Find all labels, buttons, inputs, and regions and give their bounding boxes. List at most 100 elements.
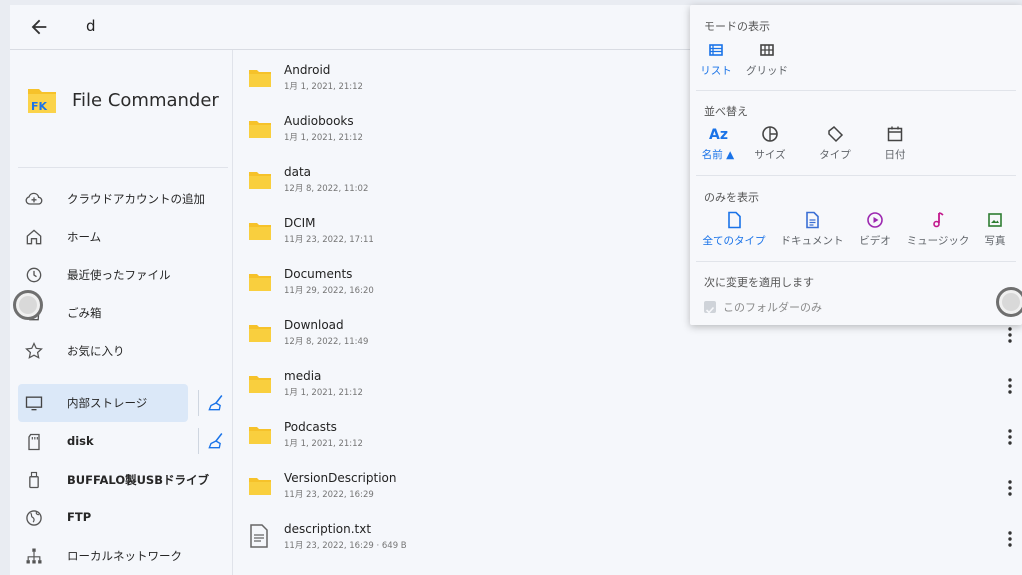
filter-video-option[interactable]: ビデオ (853, 210, 897, 248)
arrow-back-icon[interactable] (28, 16, 50, 38)
globe-icon (26, 510, 42, 526)
view-mode-title: モードの表示 (704, 20, 770, 33)
sidebar-item-label: ごみ箱 (67, 306, 102, 320)
folder-icon (249, 70, 271, 87)
more-vert-icon[interactable] (1005, 529, 1015, 549)
sidebar-item-internal-storage[interactable]: 内部ストレージ (18, 384, 188, 422)
filter-music-option[interactable]: ミュージック (904, 210, 972, 248)
grid-view-icon (760, 44, 774, 56)
svg-text:FK: FK (31, 100, 48, 113)
folder-icon (249, 223, 271, 240)
video-icon (867, 212, 883, 228)
sidebar-item-disk[interactable]: disk (18, 423, 188, 461)
file-name: data (284, 165, 312, 179)
list-view-icon (709, 44, 723, 56)
file-meta: 12月 8, 2022, 11:49 (284, 337, 369, 347)
file-row[interactable]: media 1月 1, 2021, 21:12 (233, 361, 1022, 412)
document-icon (806, 211, 819, 229)
sidebar-item-favorites[interactable]: お気に入り (18, 332, 188, 370)
folder-icon (249, 427, 271, 444)
check-icon (705, 306, 715, 314)
filter-title: のみを表示 (704, 191, 759, 204)
sort-name-option[interactable]: Az 名前 ▲ (696, 124, 740, 162)
sidebar-item-trash[interactable]: ごみ箱 (18, 294, 188, 332)
tag-icon (828, 125, 844, 143)
monitor-icon (25, 396, 43, 411)
file-meta: 11月 29, 2022, 16:20 (284, 286, 374, 296)
sort-title: 並べ替え (704, 105, 748, 118)
search-input[interactable]: d (86, 17, 96, 35)
divider (696, 261, 1016, 262)
sort-size-option[interactable]: サイズ (748, 124, 792, 162)
file-name: Podcasts (284, 420, 337, 434)
filter-documents-option[interactable]: ドキュメント (778, 210, 846, 248)
sort-name-icon: Az (709, 127, 728, 143)
apply-title: 次に変更を適用します (704, 276, 814, 289)
broom-clean-icon[interactable] (206, 393, 226, 413)
broom-clean-icon[interactable] (206, 431, 226, 451)
sidebar-item-home[interactable]: ホーム (18, 218, 188, 256)
sd-card-icon (28, 433, 40, 451)
view-mode-list-option[interactable]: リスト (698, 40, 734, 78)
sidebar-item-label: 内部ストレージ (67, 396, 148, 410)
apply-folder-only-checkbox[interactable] (704, 301, 716, 314)
usb-icon (29, 471, 39, 489)
option-label: 日付 (884, 149, 906, 161)
file-name: VersionDescription (284, 471, 397, 485)
file-name: description.txt (284, 522, 372, 536)
file-meta: 11月 23, 2022, 16:29 (284, 490, 374, 500)
option-label: 写真 (984, 235, 1006, 247)
sidebar-item-label: 最近使ったファイル (67, 268, 171, 282)
sidebar-item-usb-drive[interactable]: BUFFALO製USBドライブ (18, 461, 209, 499)
pie-size-icon (762, 126, 778, 142)
file-row[interactable]: description.txt 11月 23, 2022, 16:29 · 64… (233, 514, 1022, 565)
sidebar-item-label: ホーム (67, 230, 102, 244)
file-meta: 11月 23, 2022, 16:29 · 649 B (284, 541, 407, 551)
more-vert-icon[interactable] (1005, 427, 1015, 447)
cloud-add-icon (25, 192, 43, 205)
option-label: グリッド (746, 65, 788, 77)
file-meta: 1月 1, 2021, 21:12 (284, 439, 363, 449)
app-name: File Commander (72, 90, 219, 111)
folder-icon (249, 121, 271, 138)
sidebar-item-label: ローカルネットワーク (67, 549, 182, 563)
sidebar-item-label: クラウドアカウントの追加 (67, 192, 205, 206)
sidebar-item-label: BUFFALO製USBドライブ (67, 473, 209, 487)
file-name: Audiobooks (284, 114, 354, 128)
sidebar-item-ftp[interactable]: FTP (18, 499, 188, 537)
apply-folder-only-label: このフォルダーのみ (723, 301, 822, 314)
more-vert-icon[interactable] (1005, 478, 1015, 498)
divider (18, 167, 228, 168)
more-vert-icon[interactable] (1005, 376, 1015, 396)
file-icon (728, 211, 741, 229)
file-meta: 12月 8, 2022, 11:02 (284, 184, 369, 194)
filter-all-types-option[interactable]: 全てのタイプ (698, 210, 770, 248)
folder-icon (249, 172, 271, 189)
svg-text:Az: Az (709, 127, 728, 143)
file-name: media (284, 369, 322, 383)
sort-type-option[interactable]: タイプ (813, 124, 857, 162)
file-row[interactable]: Podcasts 1月 1, 2021, 21:12 (233, 412, 1022, 463)
sidebar-item-local-network[interactable]: ローカルネットワーク (18, 537, 188, 575)
divider (696, 175, 1016, 176)
view-mode-grid-option[interactable]: グリッド (743, 40, 791, 78)
text-file-icon (250, 524, 268, 548)
divider (198, 428, 199, 454)
file-meta: 11月 23, 2022, 17:11 (284, 235, 374, 245)
file-name: Download (284, 318, 344, 332)
file-name: Documents (284, 267, 353, 281)
option-label: リスト (700, 65, 732, 77)
view-options-menu: モードの表示 リスト グリッド 並べ替え Az 名前 ▲ サイズ タイプ 日付 … (690, 5, 1022, 325)
sidebar-item-recent[interactable]: 最近使ったファイル (18, 256, 188, 294)
filter-photos-option[interactable]: 写真 (978, 210, 1012, 248)
file-row[interactable]: VersionDescription 11月 23, 2022, 16:29 (233, 463, 1022, 514)
divider (696, 90, 1016, 91)
folder-icon (249, 478, 271, 495)
option-label: 名前 ▲ (701, 149, 735, 161)
folder-icon (249, 376, 271, 393)
more-vert-icon[interactable] (1005, 325, 1015, 345)
touch-indicator (13, 290, 43, 320)
sort-date-option[interactable]: 日付 (873, 124, 917, 162)
option-label: 全てのタイプ (702, 235, 766, 247)
sidebar-item-add-cloud[interactable]: クラウドアカウントの追加 (18, 180, 205, 218)
